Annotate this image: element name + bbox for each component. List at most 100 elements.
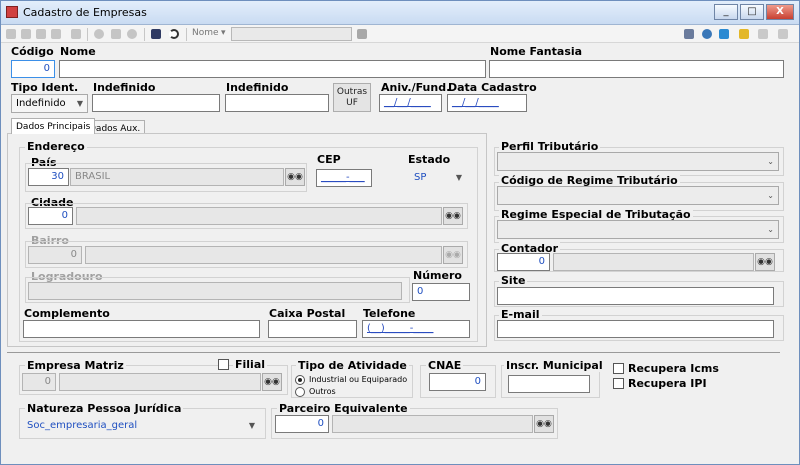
tools-icon[interactable]	[702, 29, 712, 39]
site-field[interactable]	[497, 287, 774, 305]
divider	[7, 352, 780, 353]
perfil-tributario-select[interactable]: ⌄	[497, 152, 779, 171]
natureza-label: Natureza Pessoa Jurídica	[25, 402, 184, 415]
copy-icon[interactable]	[36, 29, 46, 39]
edit-icon[interactable]	[21, 29, 31, 39]
close-button[interactable]: X	[766, 4, 794, 20]
natureza-value: Soc_empresaria_geral	[27, 420, 138, 431]
empresa-matriz-code-field: 0	[22, 373, 56, 391]
regime-especial-select[interactable]: ⌄	[497, 220, 779, 239]
bairro-search-button: ◉◉	[443, 246, 463, 264]
codigo-field[interactable]: 0	[11, 60, 55, 78]
window-icon[interactable]	[684, 29, 694, 39]
parceiro-code-field[interactable]: 0	[275, 415, 329, 433]
app-icon	[6, 6, 18, 18]
print-icon[interactable]	[51, 29, 61, 39]
save-icon[interactable]	[151, 29, 161, 39]
outros-radio-label: Outros	[309, 387, 336, 396]
tipo-ident-value: Indefinido	[16, 98, 66, 109]
new-icon[interactable]	[6, 29, 16, 39]
nome-field[interactable]	[59, 60, 486, 78]
outras-uf-line2: UF	[346, 98, 358, 108]
tipo-ident-select[interactable]: Indefinido ▼	[11, 94, 88, 113]
numero-field[interactable]: 0	[412, 283, 470, 301]
binoculars-icon: ◉◉	[264, 377, 280, 387]
undo-icon[interactable]	[169, 29, 179, 39]
add-icon[interactable]	[94, 29, 104, 39]
empresa-matriz-search-button[interactable]: ◉◉	[262, 373, 282, 391]
outros-radio[interactable]	[295, 387, 305, 397]
data-cadastro-field[interactable]: __/__/____	[447, 94, 527, 112]
empresa-matriz-label: Empresa Matriz	[25, 359, 126, 372]
pais-code-field[interactable]: 30	[28, 168, 69, 186]
toolbar-separator	[186, 28, 187, 41]
recupera-ipi-checkbox[interactable]	[613, 378, 624, 389]
contador-code-field[interactable]: 0	[497, 253, 550, 271]
binoculars-icon: ◉◉	[287, 172, 303, 182]
toolbar: Nome ▾	[1, 25, 799, 43]
user-icon[interactable]	[758, 29, 768, 39]
list-icon[interactable]	[71, 29, 81, 39]
site-label: Site	[499, 274, 528, 287]
indefinido-label-1: Indefinido	[93, 81, 156, 94]
minimize-button[interactable]: _	[714, 4, 738, 20]
refresh-icon[interactable]	[719, 29, 729, 39]
nome-fantasia-label: Nome Fantasia	[490, 45, 583, 58]
cidade-name-field	[76, 207, 442, 225]
binoculars-icon: ◉◉	[445, 250, 461, 260]
filial-checkbox[interactable]	[218, 359, 229, 370]
binoculars-icon: ◉◉	[445, 211, 461, 221]
chevron-down-icon[interactable]: ▾	[221, 28, 226, 38]
parceiro-search-button[interactable]: ◉◉	[534, 415, 554, 433]
window-title: Cadastro de Empresas	[23, 6, 147, 19]
outras-uf-button[interactable]: Outras UF	[333, 83, 371, 112]
aniv-fund-label: Aniv./Fund.	[381, 81, 451, 94]
note-icon[interactable]	[739, 29, 749, 39]
regime-tributario-select[interactable]: ⌄	[497, 186, 779, 205]
edit-record-icon[interactable]	[111, 29, 121, 39]
telefone-field[interactable]: (__)_____-____	[362, 320, 470, 338]
cidade-code-field[interactable]: 0	[28, 207, 73, 225]
indefinido-field-1[interactable]	[92, 94, 220, 112]
maximize-button[interactable]: □	[740, 4, 764, 20]
outras-uf-line1: Outras	[336, 87, 368, 97]
inscr-municipal-field[interactable]	[508, 375, 590, 393]
search-field-label: Nome	[192, 28, 219, 38]
delete-icon[interactable]	[127, 29, 137, 39]
email-field[interactable]	[497, 320, 774, 338]
tipo-atividade-label: Tipo de Atividade	[296, 359, 409, 372]
estado-select[interactable]: SP ▼	[409, 168, 467, 187]
bairro-name-field	[85, 246, 442, 264]
search-icon[interactable]	[357, 29, 367, 39]
industrial-radio-label: Industrial ou Equiparado	[309, 375, 408, 384]
cep-label: CEP	[317, 153, 341, 166]
indefinido-field-2[interactable]	[225, 94, 329, 112]
pais-search-button[interactable]: ◉◉	[285, 168, 305, 186]
cep-field[interactable]: _____-___	[316, 169, 372, 187]
recupera-icms-checkbox[interactable]	[613, 363, 624, 374]
toolbar-separator	[144, 28, 145, 41]
bairro-code-field: 0	[28, 246, 82, 264]
pais-name-field: BRASIL	[70, 168, 284, 186]
search-input[interactable]	[231, 27, 352, 41]
natureza-select[interactable]: Soc_empresaria_geral ▼	[22, 416, 260, 435]
aniv-fund-field[interactable]: __/__/____	[379, 94, 442, 112]
cnae-field[interactable]: 0	[429, 373, 486, 391]
complemento-label: Complemento	[24, 307, 110, 320]
recupera-ipi-label: Recupera IPI	[628, 377, 707, 390]
tab-dados-principais[interactable]: Dados Principais	[11, 118, 96, 134]
main-window: Cadastro de Empresas _ □ X Nome ▾ Código…	[0, 0, 800, 465]
contador-search-button[interactable]: ◉◉	[755, 253, 775, 271]
industrial-radio[interactable]	[295, 375, 305, 385]
cnae-label: CNAE	[426, 359, 464, 372]
indefinido-label-2: Indefinido	[226, 81, 289, 94]
telefone-label: Telefone	[363, 307, 416, 320]
empresa-matriz-name-field	[59, 373, 261, 391]
nome-fantasia-field[interactable]	[489, 60, 784, 78]
logradouro-field	[28, 282, 402, 300]
caixa-postal-label: Caixa Postal	[269, 307, 346, 320]
caixa-postal-field[interactable]	[268, 320, 357, 338]
exit-icon[interactable]	[778, 29, 788, 39]
complemento-field[interactable]	[23, 320, 260, 338]
cidade-search-button[interactable]: ◉◉	[443, 207, 463, 225]
